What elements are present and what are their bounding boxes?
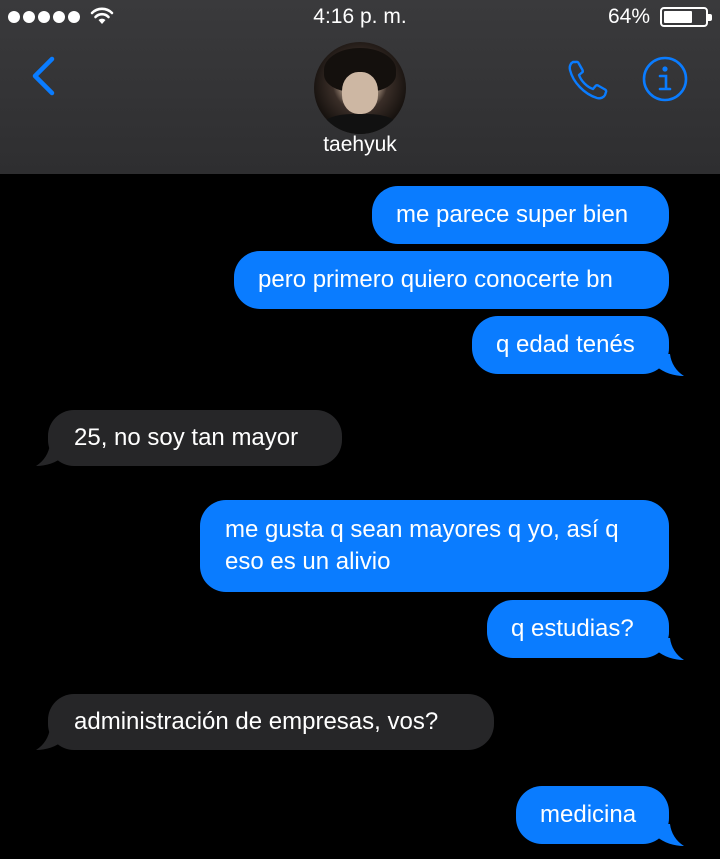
message-text-line: eso es un alivio [225, 548, 391, 575]
contact-name[interactable]: taehyuk [0, 133, 720, 157]
bubble-tail [654, 638, 684, 660]
message-text: 25, no soy tan mayor [74, 424, 299, 451]
phone-icon [568, 60, 608, 100]
battery-icon [660, 7, 712, 27]
contact-avatar[interactable] [314, 42, 406, 134]
info-icon [642, 56, 688, 102]
back-button[interactable] [28, 56, 62, 96]
sent-message[interactable]: me gusta q sean mayores q yo, así q eso … [200, 500, 669, 592]
status-bar: 4:16 p. m. 64% [0, 0, 720, 34]
sent-message[interactable]: q edad tenés [472, 316, 669, 374]
call-button[interactable] [564, 56, 612, 104]
received-message[interactable]: administración de empresas, vos? [48, 694, 494, 750]
message-text: q estudias? [511, 615, 634, 642]
battery-percentage: 64% [607, 5, 650, 28]
conversation-header: 4:16 p. m. 64% taehyuk [0, 0, 720, 174]
sent-message[interactable]: medicina [516, 786, 669, 844]
received-message[interactable]: 25, no soy tan mayor [48, 410, 342, 466]
bubble-tail [36, 728, 66, 750]
bubble-tail [654, 824, 684, 846]
message-text: me parece super bien [396, 201, 629, 228]
message-text: pero primero quiero conocerte bn [258, 266, 613, 293]
message-text: administración de empresas, vos? [74, 708, 439, 735]
sent-message[interactable]: me parece super bien [372, 186, 669, 244]
sent-message[interactable]: pero primero quiero conocerte bn [234, 251, 669, 309]
sent-message[interactable]: q estudias? [487, 600, 669, 658]
message-text: medicina [540, 801, 637, 828]
message-text-line: me gusta q sean mayores q yo, así q [225, 516, 619, 543]
message-text: q edad tenés [496, 331, 635, 358]
bubble-tail [36, 444, 66, 466]
bubble-tail [654, 354, 684, 376]
info-button[interactable] [641, 55, 689, 103]
chevron-left-icon [32, 56, 55, 96]
